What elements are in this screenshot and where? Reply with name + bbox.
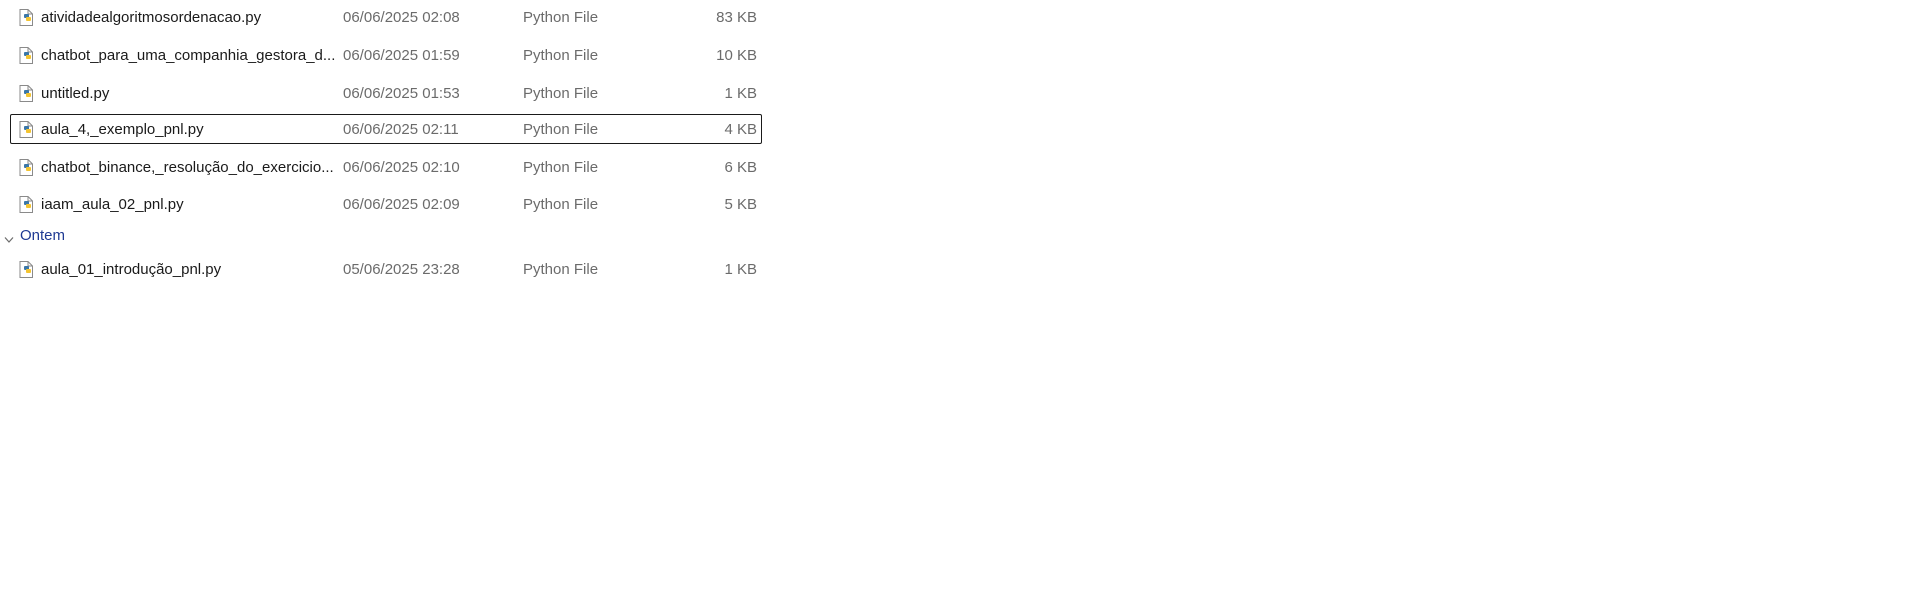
file-modified-date: 06/06/2025 02:08	[343, 9, 460, 26]
python-file-icon	[19, 196, 33, 213]
file-row[interactable]: untitled.py 06/06/2025 01:53 Python File…	[10, 78, 762, 108]
file-type: Python File	[523, 121, 599, 138]
chevron-down-icon[interactable]	[4, 231, 14, 243]
file-row[interactable]: iaam_aula_02_pnl.py 06/06/2025 02:09 Pyt…	[10, 189, 762, 219]
python-file-icon	[19, 159, 33, 176]
file-row[interactable]: atividadealgoritmosordenacao.py 06/06/20…	[10, 2, 762, 32]
file-size: 6 KB	[724, 159, 757, 176]
file-modified-date: 05/06/2025 23:28	[343, 261, 460, 278]
file-size: 5 KB	[724, 196, 757, 213]
file-name: aula_01_introdução_pnl.py	[41, 261, 222, 278]
file-size: 1 KB	[724, 261, 757, 278]
file-name: atividadealgoritmosordenacao.py	[41, 9, 262, 26]
file-row-focused[interactable]: aula_4,_exemplo_pnl.py 06/06/2025 02:11 …	[10, 114, 762, 144]
file-row[interactable]: aula_01_introdução_pnl.py 05/06/2025 23:…	[10, 254, 762, 284]
file-modified-date: 06/06/2025 02:11	[343, 121, 459, 138]
file-name: untitled.py	[41, 85, 110, 102]
file-type: Python File	[523, 85, 599, 102]
file-type: Python File	[523, 159, 599, 176]
file-row[interactable]: chatbot_para_uma_companhia_gestora_d... …	[10, 40, 762, 70]
file-type: Python File	[523, 196, 599, 213]
file-modified-date: 06/06/2025 02:09	[343, 196, 460, 213]
file-row[interactable]: chatbot_binance,_resolução_do_exercicio.…	[10, 152, 762, 182]
file-list-pane: atividadealgoritmosordenacao.py 06/06/20…	[0, 0, 1918, 601]
file-size: 1 KB	[724, 85, 757, 102]
file-size: 83 KB	[716, 9, 757, 26]
python-file-icon	[19, 121, 33, 138]
file-modified-date: 06/06/2025 01:53	[343, 85, 460, 102]
python-file-icon	[19, 261, 33, 278]
group-header-ontem[interactable]: Ontem	[2, 225, 202, 247]
file-size: 10 KB	[716, 47, 757, 64]
file-name: chatbot_para_uma_companhia_gestora_d...	[41, 47, 336, 64]
file-name: aula_4,_exemplo_pnl.py	[41, 121, 204, 138]
file-type: Python File	[523, 47, 599, 64]
file-name: iaam_aula_02_pnl.py	[41, 196, 184, 213]
file-modified-date: 06/06/2025 01:59	[343, 47, 460, 64]
file-name: chatbot_binance,_resolução_do_exercicio.…	[41, 159, 334, 176]
python-file-icon	[19, 85, 33, 102]
file-size: 4 KB	[724, 121, 757, 138]
file-type: Python File	[523, 9, 599, 26]
group-label: Ontem	[20, 227, 66, 244]
python-file-icon	[19, 47, 33, 64]
file-type: Python File	[523, 261, 599, 278]
python-file-icon	[19, 9, 33, 26]
file-modified-date: 06/06/2025 02:10	[343, 159, 460, 176]
